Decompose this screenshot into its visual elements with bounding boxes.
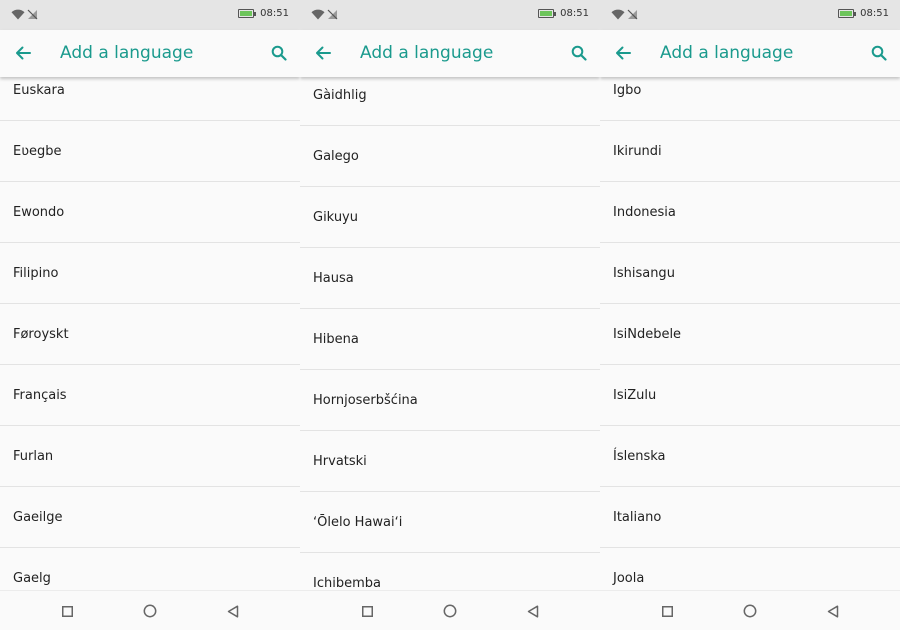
status-time: 08:51 [260,8,289,19]
recents-button[interactable] [659,603,675,619]
battery-icon [538,9,557,18]
arrow-left-icon [16,46,31,60]
language-list[interactable]: Igbo Ikirundi Indonesia Ishisangu IsiNde… [600,77,900,590]
language-item[interactable]: Hornjoserbšćina [300,370,600,431]
language-item[interactable]: Filipino [0,243,300,304]
app-bar: Add a language [600,30,900,77]
square-icon [661,605,673,617]
status-time: 08:51 [560,8,589,19]
arrow-left-icon [316,46,331,60]
search-icon [871,45,887,61]
status-bar: 08:51 [600,0,900,30]
search-icon [571,45,587,61]
battery-icon [238,9,257,18]
language-item[interactable]: Gaeilge [0,487,300,548]
circle-icon [443,604,457,618]
language-item[interactable]: Hausa [300,248,600,309]
status-right: 08:51 [238,8,289,19]
back-button[interactable] [610,40,636,66]
triangle-back-icon [227,604,239,618]
language-item[interactable]: Ewondo [0,182,300,243]
square-icon [61,605,73,617]
search-button[interactable] [266,40,292,66]
wifi-icon [11,9,25,20]
language-list[interactable]: Gàidhlig Galego Gikuyu Hausa Hibena Horn… [300,77,600,590]
status-right: 08:51 [838,8,889,19]
square-icon [361,605,373,617]
page-title: Add a language [660,43,794,63]
language-item[interactable]: Gaelg [0,548,300,590]
navigation-bar [600,590,900,630]
circle-icon [143,604,157,618]
language-item[interactable]: Français [0,365,300,426]
status-icons [11,9,38,20]
no-signal-icon [27,9,38,20]
status-right: 08:51 [538,8,589,19]
language-item[interactable]: Hrvatski [300,431,600,492]
language-item[interactable]: Gikuyu [300,187,600,248]
status-bar: 08:51 [300,0,600,30]
language-item[interactable]: Igbo [600,77,900,121]
language-item[interactable]: Ishisangu [600,243,900,304]
home-button[interactable] [742,603,758,619]
language-item[interactable]: Ichibemba [300,553,600,590]
wifi-icon [611,9,625,20]
circle-icon [743,604,757,618]
language-item[interactable]: Ikirundi [600,121,900,182]
language-item[interactable]: Íslenska [600,426,900,487]
wifi-icon [311,9,325,20]
no-signal-icon [627,9,638,20]
status-bar: 08:51 [0,0,300,30]
screens-container: 08:51 Add a language Euskara Eʋegbe Ewon… [0,0,900,630]
language-item[interactable]: Italiano [600,487,900,548]
home-button[interactable] [142,603,158,619]
language-item[interactable]: Føroyskt [0,304,300,365]
language-item[interactable]: IsiNdebele [600,304,900,365]
screen-3: 08:51 Add a language Igbo Ikirundi Indon… [600,0,900,630]
screen-1: 08:51 Add a language Euskara Eʋegbe Ewon… [0,0,300,630]
back-nav-button[interactable] [225,603,241,619]
recents-button[interactable] [59,603,75,619]
language-item[interactable]: IsiZulu [600,365,900,426]
no-signal-icon [327,9,338,20]
status-icons [311,9,338,20]
language-item[interactable]: Joola [600,548,900,590]
triangle-back-icon [527,604,539,618]
navigation-bar [0,590,300,630]
language-item[interactable]: Indonesia [600,182,900,243]
language-item[interactable]: ʻŌlelo Hawaiʻi [300,492,600,553]
triangle-back-icon [827,604,839,618]
search-button[interactable] [866,40,892,66]
home-button[interactable] [442,603,458,619]
battery-icon [838,9,857,18]
back-nav-button[interactable] [825,603,841,619]
status-icons [611,9,638,20]
page-title: Add a language [360,43,494,63]
back-button[interactable] [10,40,36,66]
arrow-left-icon [616,46,631,60]
language-list[interactable]: Euskara Eʋegbe Ewondo Filipino Føroyskt … [0,77,300,590]
navigation-bar [300,590,600,630]
screen-2: 08:51 Add a language Gàidhlig Galego Gik… [300,0,600,630]
language-item[interactable]: Eʋegbe [0,121,300,182]
language-item[interactable]: Euskara [0,77,300,121]
language-item[interactable]: Furlan [0,426,300,487]
language-item[interactable]: Gàidhlig [300,77,600,126]
status-time: 08:51 [860,8,889,19]
language-item[interactable]: Galego [300,126,600,187]
page-title: Add a language [60,43,194,63]
language-item[interactable]: Hibena [300,309,600,370]
search-icon [271,45,287,61]
app-bar: Add a language [0,30,300,77]
recents-button[interactable] [359,603,375,619]
app-bar: Add a language [300,30,600,77]
search-button[interactable] [566,40,592,66]
back-button[interactable] [310,40,336,66]
back-nav-button[interactable] [525,603,541,619]
